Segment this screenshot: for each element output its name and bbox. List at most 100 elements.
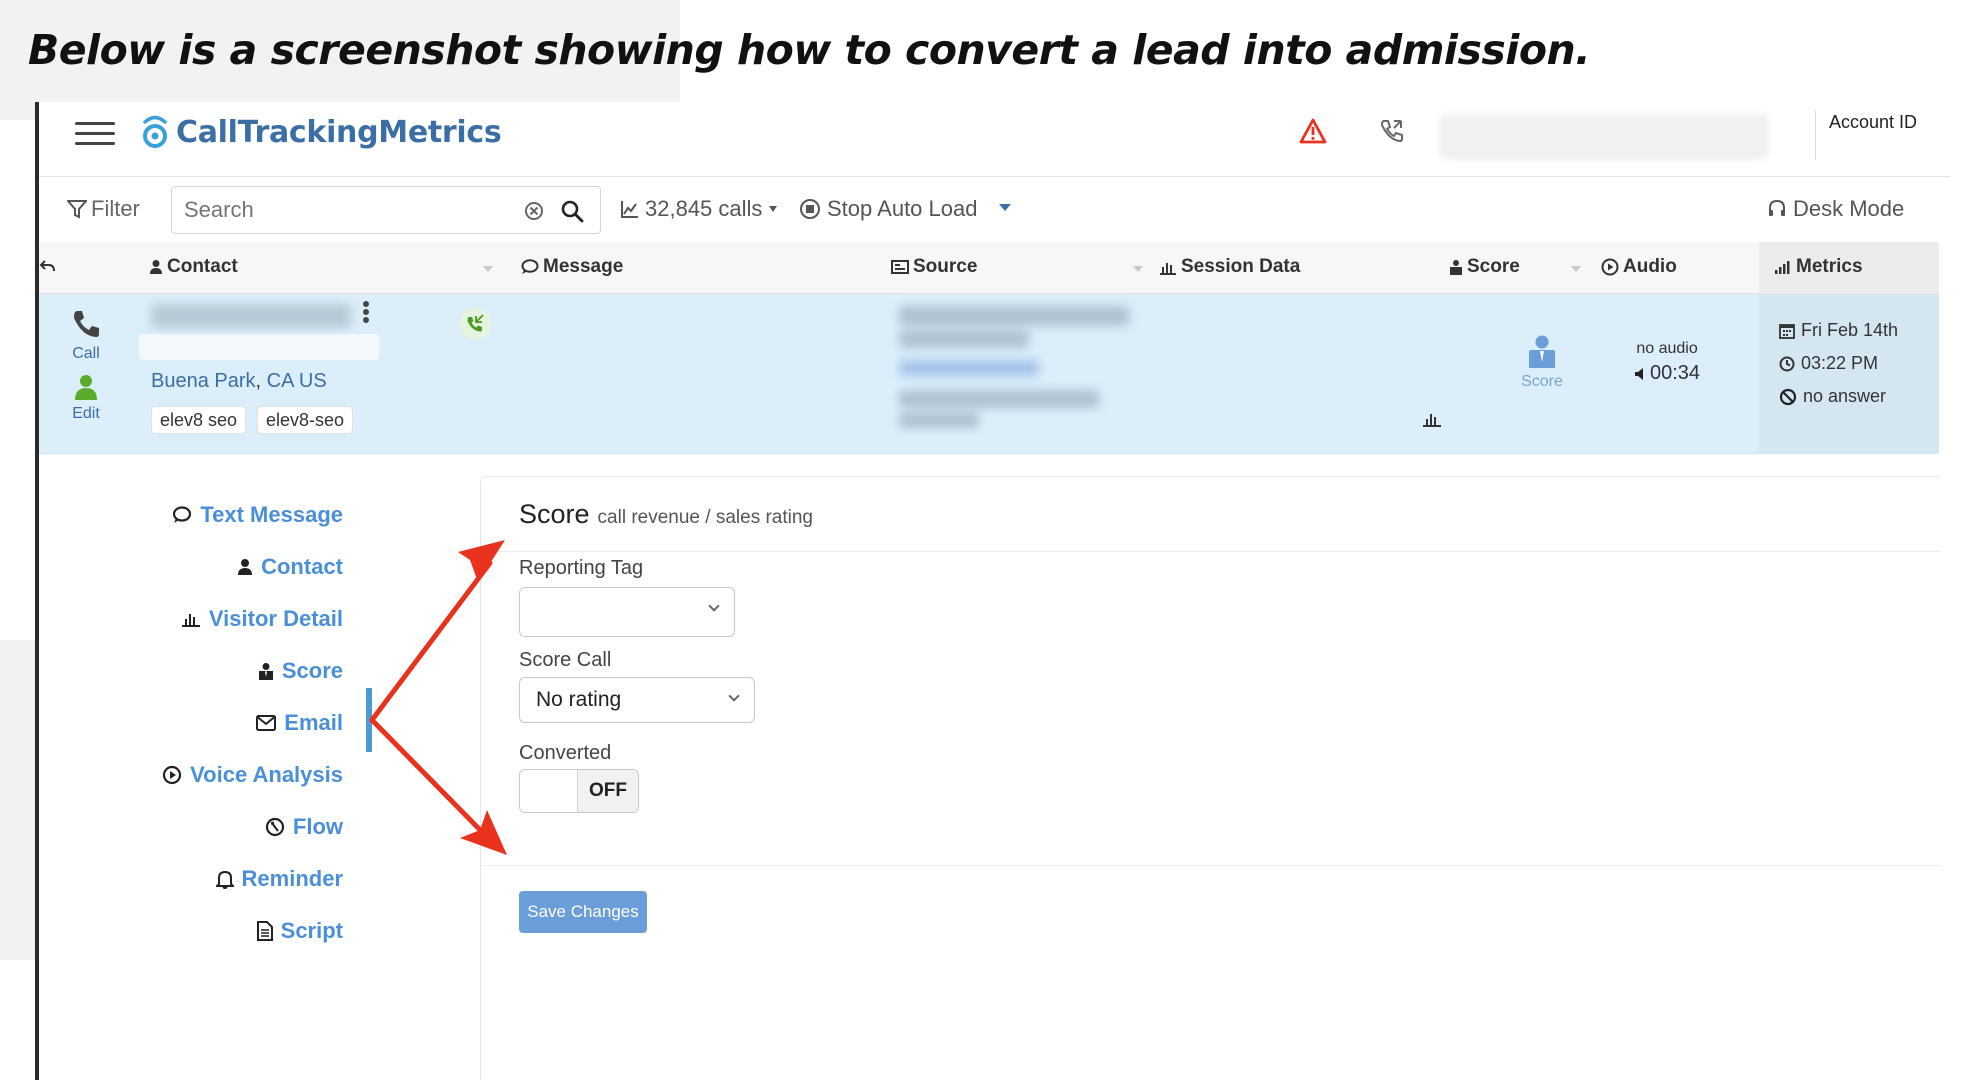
user-icon [238,559,253,575]
call-date: Fri Feb 14th [1779,314,1939,347]
stop-auto-load-label: Stop Auto Load [827,196,978,221]
side-nav-script[interactable]: Script [256,918,343,944]
panel-subheading: call revenue / sales rating [597,507,813,528]
calls-count-dropdown[interactable]: 32,845 calls [621,196,778,222]
city: Buena Park [151,370,256,392]
column-contact[interactable]: Contact [149,256,238,278]
redacted-source [899,330,1029,348]
divider [481,865,1940,866]
column-session-data[interactable]: Session Data [1159,256,1300,278]
score-call-value: No rating [536,688,622,711]
search-box[interactable] [171,186,601,234]
caret-down-icon [769,206,778,212]
score-cell[interactable]: Score [1507,334,1577,391]
document-icon [256,921,273,941]
toolbar: Filter 32,845 calls Stop Auto Load Desk … [39,178,1950,242]
user-icon [75,375,97,400]
filter-button[interactable]: Filter [67,196,140,222]
toggle-knob [520,770,578,812]
comma: , [255,370,267,392]
hamburger-menu-icon[interactable] [75,120,115,148]
converted-toggle[interactable]: OFF [519,769,639,813]
side-nav-score[interactable]: Score [258,658,343,684]
logo-icon [143,115,167,148]
call-label: Call [72,345,100,362]
filter-label: Filter [91,196,140,221]
audio-duration: 00:34 [1634,362,1700,385]
sort-caret-icon[interactable] [1571,266,1581,272]
clear-search-icon[interactable] [524,201,544,221]
table-row[interactable]: Call Edit Buena Park, CA US elev8 seo el… [39,294,1939,454]
save-changes-button[interactable]: Save Changes [519,891,647,933]
bar-chart-icon [181,614,200,627]
search-input[interactable] [184,195,504,225]
column-metrics[interactable]: Metrics [1774,256,1863,278]
region: CA US [266,370,327,392]
column-audio[interactable]: Audio [1601,256,1677,278]
side-nav-visitor-detail[interactable]: Visitor Detail [181,606,343,632]
redacted-phone [139,334,379,360]
score-icon [1450,260,1462,275]
side-nav-email[interactable]: Email [256,710,343,736]
redacted-source [899,412,979,428]
reporting-tag-label: Reporting Tag [519,557,644,579]
filter-icon [67,200,87,219]
redacted-source [899,306,1129,326]
phone-calls-icon[interactable] [1379,118,1405,144]
panel-heading: Score [519,499,590,529]
desk-mode-button[interactable]: Desk Mode [1767,196,1904,222]
stop-auto-load-button[interactable]: Stop Auto Load [799,196,977,222]
background-shape [0,640,36,960]
column-source[interactable]: Source [891,256,977,278]
bell-icon [215,870,234,889]
tag-chip[interactable]: elev8 seo [151,406,247,434]
divider [1815,110,1816,160]
redacted-contact-name [151,304,351,328]
side-nav-voice-analysis[interactable]: Voice Analysis [162,762,343,788]
side-nav-text-message[interactable]: Text Message [172,502,343,528]
undo-icon[interactable] [39,258,57,276]
caret-down-icon[interactable] [999,204,1011,211]
toggle-state: OFF [578,770,638,812]
sort-caret-icon[interactable] [483,266,493,272]
call-time: 03:22 PM [1779,347,1939,380]
score-panel: Score call revenue / sales rating Report… [480,476,1940,1080]
column-message[interactable]: Message [521,256,623,278]
account-id-label[interactable]: Account ID [1829,112,1917,133]
clock-icon [1779,356,1795,371]
tag-chip[interactable]: elev8-seo [257,406,354,434]
side-nav-flow[interactable]: Flow [265,814,343,840]
logo-text: CallTrackingMetrics [176,114,502,150]
top-nav: CallTrackingMetrics Account ID [39,102,1950,177]
more-options-icon[interactable] [362,300,370,324]
score-call-select[interactable]: No rating [519,677,755,723]
call-button[interactable]: Call [61,308,111,363]
logo[interactable]: CallTrackingMetrics [140,114,502,150]
search-icon[interactable] [560,199,584,223]
score-cell-label: Score [1521,373,1563,390]
audio-cell[interactable]: no audio 00:34 [1634,340,1700,385]
line-chart-icon [621,201,638,218]
calls-count: 32,845 calls [645,196,763,221]
bar-chart-icon[interactable] [1422,410,1442,428]
play-circle-icon [163,765,182,785]
speaker-icon [1635,367,1643,380]
score-icon [258,663,273,680]
bar-chart-icon [1160,263,1176,275]
side-nav-reminder[interactable]: Reminder [215,866,343,892]
contact-location[interactable]: Buena Park, CA US [151,370,327,393]
redacted-source [899,390,1099,408]
desk-mode-label: Desk Mode [1793,196,1905,221]
calendar-icon [1779,323,1795,339]
chevron-down-icon [728,690,740,702]
column-score[interactable]: Score [1449,256,1520,278]
edit-label: Edit [72,405,100,422]
reporting-tag-select[interactable] [519,587,735,637]
play-circle-icon [1601,258,1619,276]
side-nav-contact[interactable]: Contact [237,554,343,580]
signal-bars-icon [1775,261,1790,274]
sort-caret-icon[interactable] [1133,266,1143,272]
edit-button[interactable]: Edit [61,374,111,423]
envelope-icon [256,715,277,731]
warning-icon[interactable] [1299,118,1327,144]
